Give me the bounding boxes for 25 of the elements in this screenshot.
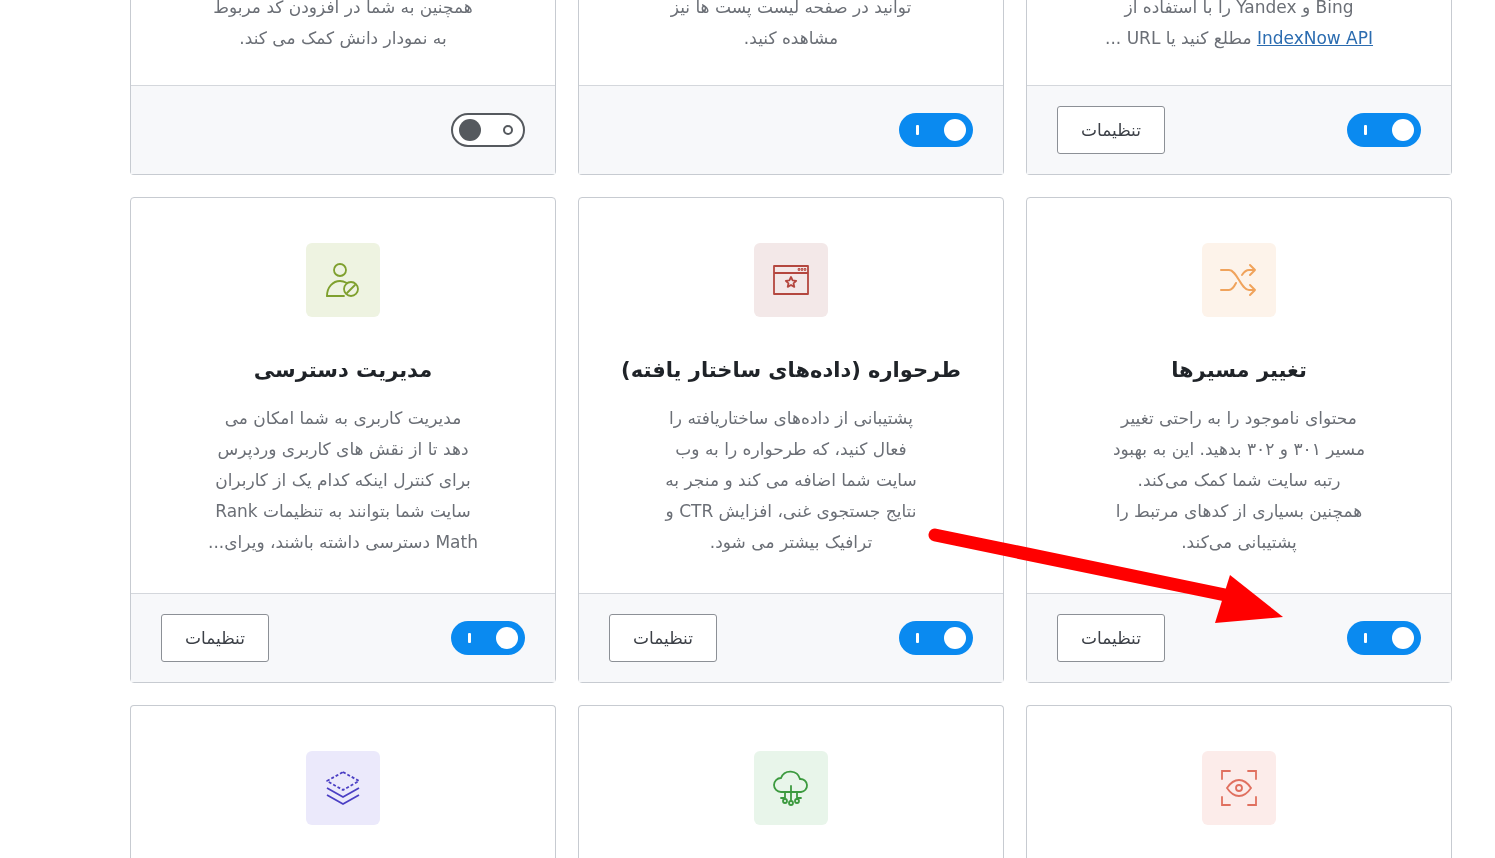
settings-button[interactable]: تنظیمات	[161, 614, 269, 662]
module-description: مدیریت کاربری به شما امکان می دهد تا از نقش های کاربری وردپرس برای کنترل اینکه کدام یک از کاربران سایت شما بتوانند به تنظیمات Rank Math دسترسی داشته باشند، ویرای...	[208, 407, 478, 554]
module-title: مدیریت دسترسی	[253, 357, 433, 384]
layers-icon	[306, 751, 380, 825]
module-description: پشتیبانی از داده‌های ساختاریافته را فعال کنید، که طرحواره را به وب سایت شما اضافه می کند و منجر به نتایج جستجوی غنی، افزایش CTR و ترافیک بیشتر می شود.	[665, 407, 917, 554]
settings-button[interactable]: تنظیمات	[1057, 614, 1165, 662]
module-description: محتوای ناموجود را به راحتی تغییر مسیر ۳۰۱ و ۳۰۲ بدهید. این به بهبود رتبه سایت شما کمک می‌کند. همچنین بسیاری از کدهای مرتبط را پشتیبانی می‌کند.	[1113, 407, 1365, 555]
module-title: طرحواره (داده‌های ساختار یافته)	[621, 357, 961, 384]
cloud-network-icon	[754, 751, 828, 825]
access-icon	[306, 243, 380, 317]
settings-button[interactable]: تنظیمات	[1057, 106, 1165, 154]
module-toggle[interactable]	[899, 621, 973, 655]
module-description: توانید در صفحه لیست پست ها نیز مشاهده کنید.	[670, 0, 912, 50]
settings-button[interactable]: تنظیمات	[609, 614, 717, 662]
module-description: همچنین به شما در افزودن کد مربوط به نمودار دانش کمک می کند.	[213, 0, 473, 50]
module-toggle[interactable]	[451, 621, 525, 655]
module-toggle[interactable]	[1347, 113, 1421, 147]
eye-scan-icon	[1202, 751, 1276, 825]
module-toggle[interactable]	[899, 113, 973, 147]
module-toggle[interactable]	[1347, 621, 1421, 655]
schema-icon	[754, 243, 828, 317]
module-title: تغییر مسیرها	[1171, 357, 1307, 384]
module-toggle[interactable]	[451, 113, 525, 147]
shuffle-icon	[1202, 243, 1276, 317]
indexnow-link[interactable]: IndexNow API	[1256, 28, 1373, 48]
